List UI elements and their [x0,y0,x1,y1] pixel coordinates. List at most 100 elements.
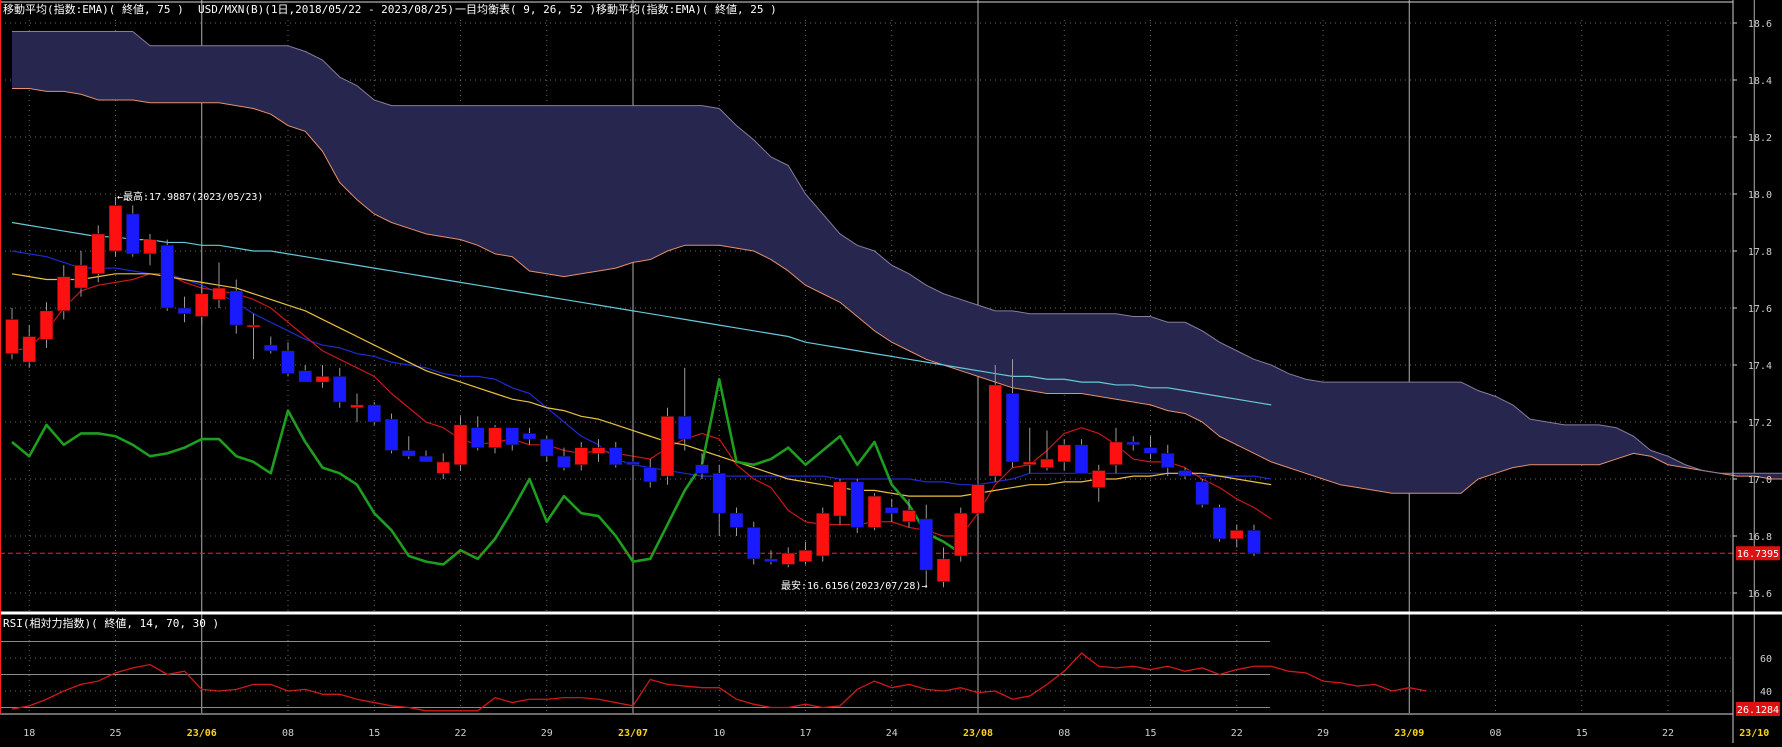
candle-down [332,376,347,403]
candle-down [125,213,140,255]
candle-up [1091,470,1106,488]
y-tick-label: 17.0 [1748,475,1772,486]
candle-down [419,455,433,463]
candle-up [488,427,502,448]
y-tick-label: 18.2 [1748,133,1772,144]
y-tick-label: 16.6 [1748,589,1772,600]
candle-up [1040,458,1054,468]
candle-up [781,552,796,565]
candle-down [729,512,744,528]
x-tick-label: 23/08 [963,728,993,739]
y-tick-label: 17.2 [1748,418,1772,429]
candle-up [798,549,813,562]
y-tick-label: 17.6 [1748,304,1772,315]
x-tick-label: 15 [1576,728,1588,739]
candle-up [936,558,951,582]
candle-up [660,415,675,477]
candle-down [643,467,658,483]
candle-down [1178,470,1192,477]
x-tick-label: 18 [23,728,35,739]
x-tick-label: 25 [109,728,121,739]
candle-down [160,245,175,309]
candle-down [746,527,761,560]
candle-down [919,518,934,571]
candle-down [229,290,244,326]
candle-up [212,287,226,300]
high-annotation: ←最高:17.9887(2023/05/23) [117,190,263,203]
candle-down [298,370,313,383]
candle-up [22,336,37,363]
candle-down [1160,453,1175,468]
x-tick-label: 22 [1662,728,1674,739]
candle-down [1005,393,1020,463]
rsi-y-tick-label: 60 [1760,654,1772,665]
ema25-title: 移動平均(指数:EMA)( 終値, 25 ) [596,2,777,16]
candle-up [39,310,54,340]
current-price-text: 16.7395 [1737,549,1779,560]
low-annotation: 最安:16.6156(2023/07/28)→ [781,579,927,592]
candle-down [557,455,571,468]
candle-up [436,461,451,474]
candle-up [315,376,330,383]
candle-down [1074,444,1089,474]
candle-up [833,481,847,517]
candle-up [246,324,261,328]
x-tick-label: 08 [1489,728,1501,739]
x-tick-label: 24 [886,728,898,739]
candle-up [1229,529,1244,540]
candle-up [74,264,88,289]
x-tick-label: 10 [713,728,725,739]
candle-up [108,205,123,252]
x-tick-label: 22 [1231,728,1243,739]
candle-down [712,472,727,514]
y-tick-label: 16.8 [1748,532,1772,543]
rsi-value-text: 26.1284 [1737,705,1779,716]
x-tick-label: 08 [282,728,294,739]
chart-window: 18 25 23/06 08 15 22 29 23/07 10 17 24 23/08 08 15 22 2… [0,0,1782,743]
candle-down [677,415,692,440]
ichimoku-title: 一目均衡表( 9, 26, 52 ) [455,2,596,16]
candle-down [608,447,623,466]
candle-up [971,484,985,514]
candle-down [1212,507,1227,540]
candle-down [401,450,416,457]
candle-down [281,350,295,374]
symbol-title: USD/MXN(B)(1日,2018/05/22 - 2023/08/25) [198,3,454,16]
rsi-y-tick-label: 40 [1760,687,1772,698]
x-tick-label: 23/06 [187,728,217,739]
x-tick-label: 29 [541,728,553,739]
candle-up [453,424,468,466]
candle-up [815,512,830,557]
candle-up [591,447,606,454]
ema75-title: 移動平均(指数:EMA)( 終値, 75 ) [3,2,184,16]
candle-down [263,344,278,352]
candle-down [695,464,709,474]
y-tick-label: 17.8 [1748,247,1772,258]
x-tick-label: 22 [454,728,466,739]
x-tick-label: 29 [1317,728,1329,739]
candle-up [574,447,589,466]
candle-up [1109,441,1123,466]
x-tick-label: 15 [368,728,380,739]
candle-up [1022,461,1037,466]
x-tick-label: 23/09 [1394,728,1424,739]
candle-up [194,293,209,317]
x-tick-label: 17 [799,728,811,739]
candle-up [91,233,106,275]
candle-down [1143,447,1158,454]
candle-down [764,558,778,562]
candle-down [470,427,485,448]
candle-down [367,404,382,423]
candle-down [177,307,192,314]
candle-up [350,404,364,409]
x-tick-label: 08 [1058,728,1070,739]
candle-up [988,384,1003,477]
x-tick-label: 15 [1144,728,1156,739]
candle-down [1247,529,1261,554]
candle-up [143,239,157,255]
x-tick-label: 23/07 [618,728,648,739]
candle-up [953,512,968,557]
candle-down [384,418,399,451]
candle-down [1195,481,1210,505]
candle-up [902,510,916,523]
